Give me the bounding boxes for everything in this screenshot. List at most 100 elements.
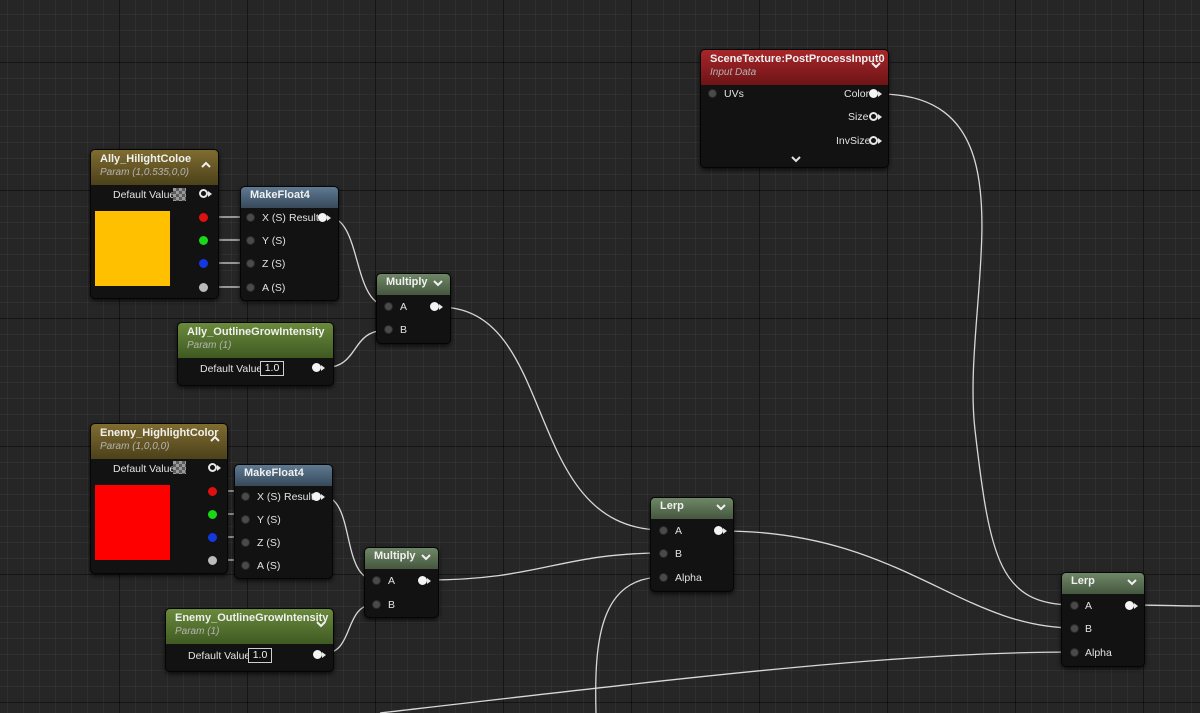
a-input-pin[interactable]	[659, 526, 668, 535]
result-output-pin[interactable]	[318, 213, 327, 222]
y-input-pin[interactable]	[241, 515, 250, 524]
node-title: Enemy_HighlightColor	[100, 427, 219, 439]
b-input-pin[interactable]	[1070, 624, 1079, 633]
value-output-pin[interactable]	[313, 650, 322, 659]
pin-label-alpha: Alpha	[1085, 647, 1112, 659]
enemy-color-swatch[interactable]	[95, 485, 170, 560]
g-output-pin[interactable]	[208, 510, 217, 519]
alpha-input-pin[interactable]	[659, 573, 668, 582]
value-output-pin[interactable]	[312, 363, 321, 372]
b-output-pin[interactable]	[208, 533, 217, 542]
lerp-output-pin[interactable]	[714, 526, 723, 535]
pin-label-a: A (S)	[257, 560, 281, 572]
z-input-pin[interactable]	[241, 538, 250, 547]
result-output-pin[interactable]	[312, 492, 321, 501]
node-header[interactable]: Lerp	[1062, 573, 1144, 594]
x-input-pin[interactable]	[241, 492, 250, 501]
default-value-label: Default Value	[188, 650, 251, 662]
r-output-pin[interactable]	[199, 213, 208, 222]
node-title: MakeFloat4	[244, 467, 304, 479]
color-output-pin[interactable]	[869, 89, 878, 98]
y-input-pin[interactable]	[246, 236, 255, 245]
a-input-pin[interactable]	[246, 283, 255, 292]
chevron-up-icon[interactable]	[209, 433, 221, 445]
node-header[interactable]: SceneTexture:PostProcessInput0 Input Dat…	[701, 50, 888, 85]
chevron-up-icon[interactable]	[200, 159, 212, 171]
pin-label-color: Color	[844, 88, 870, 100]
pin-label-result: Result	[284, 491, 314, 503]
default-value-field[interactable]: 1.0	[248, 648, 272, 663]
pin-label-invsize: InvSize	[836, 135, 871, 147]
pin-label-b: B	[400, 324, 408, 336]
wire	[595, 576, 664, 713]
b-input-pin[interactable]	[372, 600, 381, 609]
chevron-down-icon[interactable]	[790, 155, 802, 165]
node-header[interactable]: Ally_OutlineGrowIntensity Param (1)	[178, 323, 333, 358]
expand-arrow-icon	[321, 365, 325, 371]
chevron-down-icon[interactable]	[420, 551, 432, 563]
default-value-pin[interactable]	[199, 189, 208, 198]
makefloat4-node[interactable]: MakeFloat4	[240, 186, 339, 301]
alpha-input-pin[interactable]	[1070, 648, 1079, 657]
pin-label-result: Result	[289, 212, 319, 224]
checker-preview-icon[interactable]	[173, 461, 186, 474]
a-output-pin[interactable]	[199, 283, 208, 292]
node-title: Lerp	[660, 500, 684, 512]
uvs-input-pin[interactable]	[708, 89, 717, 98]
node-header[interactable]: MakeFloat4	[235, 465, 332, 486]
node-header[interactable]: Lerp	[651, 498, 733, 519]
ally-intensity-param-node[interactable]: Ally_OutlineGrowIntensity Param (1)	[177, 322, 334, 386]
node-title: Lerp	[1071, 575, 1095, 587]
expand-arrow-icon	[427, 578, 431, 584]
chevron-down-icon[interactable]	[1126, 576, 1138, 588]
ally-color-swatch[interactable]	[95, 211, 170, 286]
chevron-down-icon[interactable]	[432, 277, 444, 289]
chevron-down-icon[interactable]	[715, 501, 727, 513]
expand-arrow-icon	[1134, 603, 1138, 609]
pin-label-size: Size	[848, 111, 869, 123]
node-header[interactable]: Multiply	[377, 274, 450, 295]
lerp-output-pin[interactable]	[1125, 601, 1134, 610]
node-title: Ally_HilightColoe	[100, 153, 192, 165]
b-output-pin[interactable]	[199, 259, 208, 268]
chevron-down-icon[interactable]	[870, 59, 882, 71]
node-title: SceneTexture:PostProcessInput0	[710, 53, 885, 65]
r-output-pin[interactable]	[208, 487, 217, 496]
expand-arrow-icon	[878, 91, 882, 97]
pin-label-y: Y (S)	[257, 514, 281, 526]
node-header[interactable]: Enemy_OutlineGrowIntensity Param (1)	[166, 609, 333, 644]
wire	[426, 552, 664, 581]
expand-arrow-icon	[878, 138, 882, 144]
default-value-field[interactable]: 1.0	[260, 361, 284, 376]
size-output-pin[interactable]	[869, 112, 878, 121]
b-input-pin[interactable]	[659, 549, 668, 558]
multiply-output-pin[interactable]	[430, 302, 439, 311]
invsize-output-pin[interactable]	[869, 136, 878, 145]
node-title: Ally_OutlineGrowIntensity	[187, 326, 325, 338]
x-input-pin[interactable]	[246, 213, 255, 222]
node-header[interactable]: Multiply	[365, 548, 438, 569]
a-input-pin[interactable]	[372, 576, 381, 585]
a-output-pin[interactable]	[208, 556, 217, 565]
chevron-down-icon[interactable]	[315, 618, 327, 630]
wire	[722, 530, 1075, 629]
b-input-pin[interactable]	[384, 325, 393, 334]
node-header[interactable]: Enemy_HighlightColor Param (1,0,0,0)	[91, 424, 227, 459]
z-input-pin[interactable]	[246, 259, 255, 268]
node-subtitle: Param (1)	[175, 626, 220, 637]
node-title: MakeFloat4	[250, 189, 310, 201]
a-input-pin[interactable]	[1070, 601, 1079, 610]
pin-label-alpha: Alpha	[675, 572, 702, 584]
g-output-pin[interactable]	[199, 236, 208, 245]
default-value-label: Default Value	[200, 363, 263, 375]
a-input-pin[interactable]	[384, 302, 393, 311]
a-input-pin[interactable]	[241, 561, 250, 570]
expand-arrow-icon	[208, 191, 212, 197]
node-header[interactable]: Ally_HilightColoe Param (1,0.535,0,0)	[91, 150, 218, 185]
scene-texture-node[interactable]: SceneTexture:PostProcessInput0 Input Dat…	[700, 49, 889, 168]
node-header[interactable]: MakeFloat4	[241, 187, 338, 208]
default-value-pin[interactable]	[208, 463, 217, 472]
checker-preview-icon[interactable]	[173, 188, 186, 201]
multiply-output-pin[interactable]	[418, 576, 427, 585]
node-title: Multiply	[374, 550, 416, 562]
